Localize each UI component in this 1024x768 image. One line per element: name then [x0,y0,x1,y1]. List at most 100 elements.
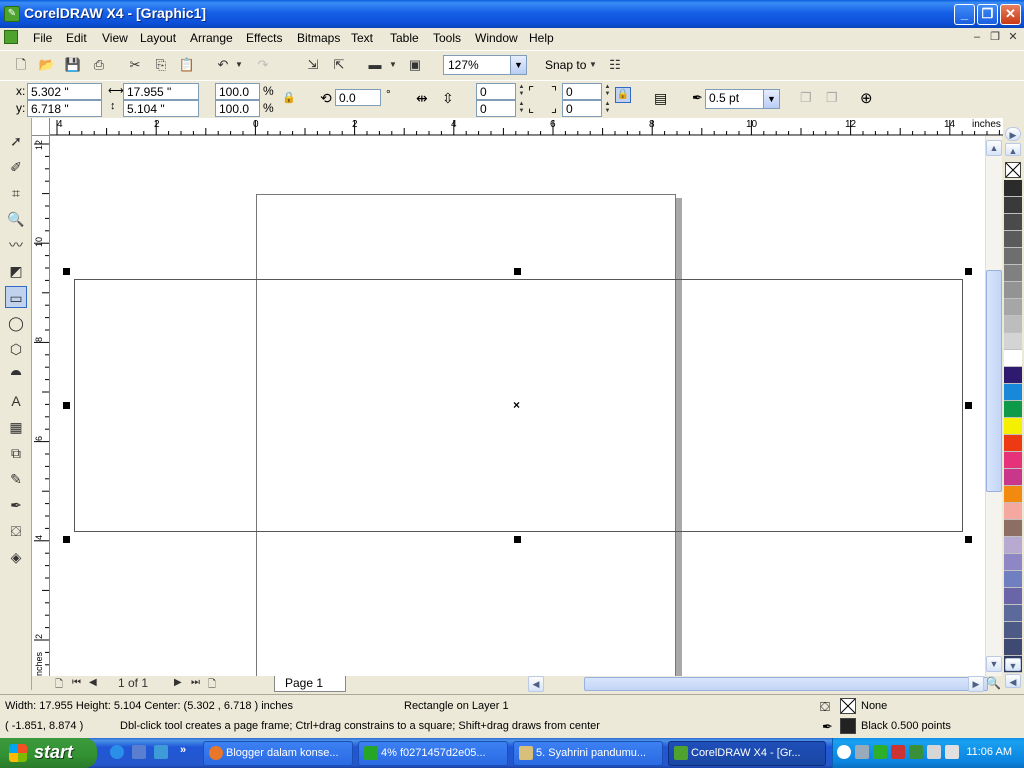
corner-tl-spinner[interactable]: ▲ ▼ [517,84,526,99]
mirror-horizontal-icon[interactable]: ⇹ [416,90,428,107]
horizontal-ruler[interactable]: 4 2 0 2 4 6 8 10 12 14 inches [50,118,1003,136]
page-tab[interactable]: Page 1 [274,676,346,692]
mirror-vertical-icon[interactable]: ⇳ [442,90,454,107]
handle-top-right[interactable] [965,268,972,275]
palette-scroll-up-button[interactable]: ▲ [1005,143,1021,156]
zoom-level-select[interactable]: 127% ▼ [443,55,527,75]
handle-bottom-left[interactable] [63,536,70,543]
color-swatch[interactable] [1004,469,1022,486]
round-corners-lock-icon[interactable]: 🔒 [615,87,631,103]
ruler-origin[interactable] [32,118,50,136]
zoom-navigator-icon[interactable]: 🔍 [986,676,1001,690]
color-swatch[interactable] [1004,503,1022,520]
handle-top-middle[interactable] [514,268,521,275]
menu-layout[interactable]: Layout [140,31,176,45]
undo-icon[interactable]: ↶ [214,56,232,74]
handle-middle-right[interactable] [965,402,972,409]
doc-close-button[interactable]: ✕ [1006,31,1020,45]
scroll-up-button[interactable]: ▲ [986,140,1002,156]
corner-bottom-right-field[interactable]: 0 [562,100,602,117]
rotation-angle-field[interactable]: 0.0 [335,89,381,106]
corner-top-right-field[interactable]: 0 [562,83,602,100]
handle-middle-left[interactable] [63,402,70,409]
horizontal-scroll-thumb[interactable] [584,677,988,691]
object-height-field[interactable]: 5.104 " [123,100,199,117]
tray-security-icon[interactable] [891,745,905,759]
color-swatch[interactable] [1004,554,1022,571]
shape-tool-icon[interactable]: ✐ [5,156,27,178]
menu-edit[interactable]: Edit [66,31,87,45]
options-icon[interactable]: ☷ [606,56,624,74]
doc-restore-button[interactable]: ❐ [988,31,1002,45]
tray-download-icon[interactable] [873,745,887,759]
corner-tr-spinner[interactable]: ▲ ▼ [603,84,612,99]
smart-fill-tool-icon[interactable]: ◩ [5,260,27,282]
corner-bottom-left-field[interactable]: 0 [476,100,516,117]
wrap-paragraph-icon[interactable]: ▤ [654,90,667,107]
launcher-dropdown-icon[interactable]: ▼ [388,56,398,74]
restore-button[interactable]: ❐ [977,4,998,25]
palette-scroll-down-button[interactable]: ▼ [1005,658,1021,671]
drawing-canvas[interactable]: × [50,136,985,676]
table-tool-icon[interactable]: ▦ [5,416,27,438]
snap-to-button[interactable]: Snap to [545,58,586,72]
scroll-down-button[interactable]: ▼ [986,656,1002,672]
add-page-before-icon[interactable]: 🗋 [55,677,63,694]
text-tool-icon[interactable]: A [5,390,27,412]
add-page-after-icon[interactable]: 🗋 [208,677,216,694]
color-swatch[interactable] [1004,418,1022,435]
color-swatch[interactable] [1004,384,1022,401]
previous-page-icon[interactable]: ◀ [89,677,97,688]
color-swatch[interactable] [1004,435,1022,452]
tray-bluetooth-icon[interactable] [927,745,941,759]
crop-tool-icon[interactable]: ⌗ [5,182,27,204]
rectangle-tool-icon[interactable]: ▭ [5,286,27,308]
copy-icon[interactable]: ⎘ [152,56,170,74]
print-icon[interactable]: ⎙ [90,56,108,74]
menu-tools[interactable]: Tools [433,31,461,45]
taskbar-item-syahrini[interactable]: 5. Syahrini pandumu... [513,741,663,766]
paste-icon[interactable]: 📋 [178,56,196,74]
eyedropper-tool-icon[interactable]: ✎ [5,468,27,490]
menu-effects[interactable]: Effects [246,31,282,45]
welcome-screen-icon[interactable]: ▣ [406,56,424,74]
corner-br-spinner[interactable]: ▲ ▼ [603,101,612,116]
color-swatch[interactable] [1004,588,1022,605]
vertical-scroll-thumb[interactable] [986,270,1002,492]
close-button[interactable]: ✕ [1000,4,1021,25]
color-swatch[interactable] [1004,367,1022,384]
x-position-field[interactable]: 5.302 " [27,83,102,100]
color-swatch[interactable] [1004,316,1022,333]
color-swatch[interactable] [1004,486,1022,503]
scroll-right-button[interactable]: ▶ [968,676,984,692]
zoom-dropdown-icon[interactable]: ▼ [510,56,526,74]
tray-app-icon[interactable] [855,745,869,759]
ie-quicklaunch-icon[interactable] [110,745,124,759]
basic-shapes-tool-icon[interactable]: ⯊ [5,364,27,386]
fill-tool-icon[interactable]: ⛋ [5,520,27,542]
center-marker-icon[interactable]: × [513,398,520,412]
pick-tool-icon[interactable]: ➚ [5,130,27,152]
undo-dropdown-icon[interactable]: ▼ [234,56,244,74]
corner-bl-spinner[interactable]: ▲ ▼ [517,101,526,116]
color-swatch[interactable] [1004,537,1022,554]
import-icon[interactable]: ⇲ [304,56,322,74]
menu-window[interactable]: Window [475,31,518,45]
taskbar-item-coreldraw[interactable]: CorelDRAW X4 - [Gr... [668,741,826,766]
color-swatch[interactable] [1004,265,1022,282]
interactive-blend-tool-icon[interactable]: ⧉ [5,442,27,464]
application-launcher-icon[interactable]: ▬ [366,56,384,74]
corner-top-left-field[interactable]: 0 [476,83,516,100]
open-icon[interactable]: 📂 [38,56,56,74]
tray-expand-icon[interactable] [837,745,851,759]
taskbar-item-download[interactable]: 4% f0271457d2e05... [358,741,508,766]
menu-help[interactable]: Help [529,31,554,45]
last-page-icon[interactable]: ⏭ [191,677,200,688]
media-player-icon[interactable] [154,745,168,759]
color-swatch[interactable] [1004,401,1022,418]
first-page-icon[interactable]: ⏮ [72,677,81,688]
show-desktop-icon[interactable] [132,745,146,759]
export-icon[interactable]: ⇱ [330,56,348,74]
tray-network-icon[interactable] [909,745,923,759]
outline-width-dropdown-icon[interactable]: ▼ [763,90,779,108]
